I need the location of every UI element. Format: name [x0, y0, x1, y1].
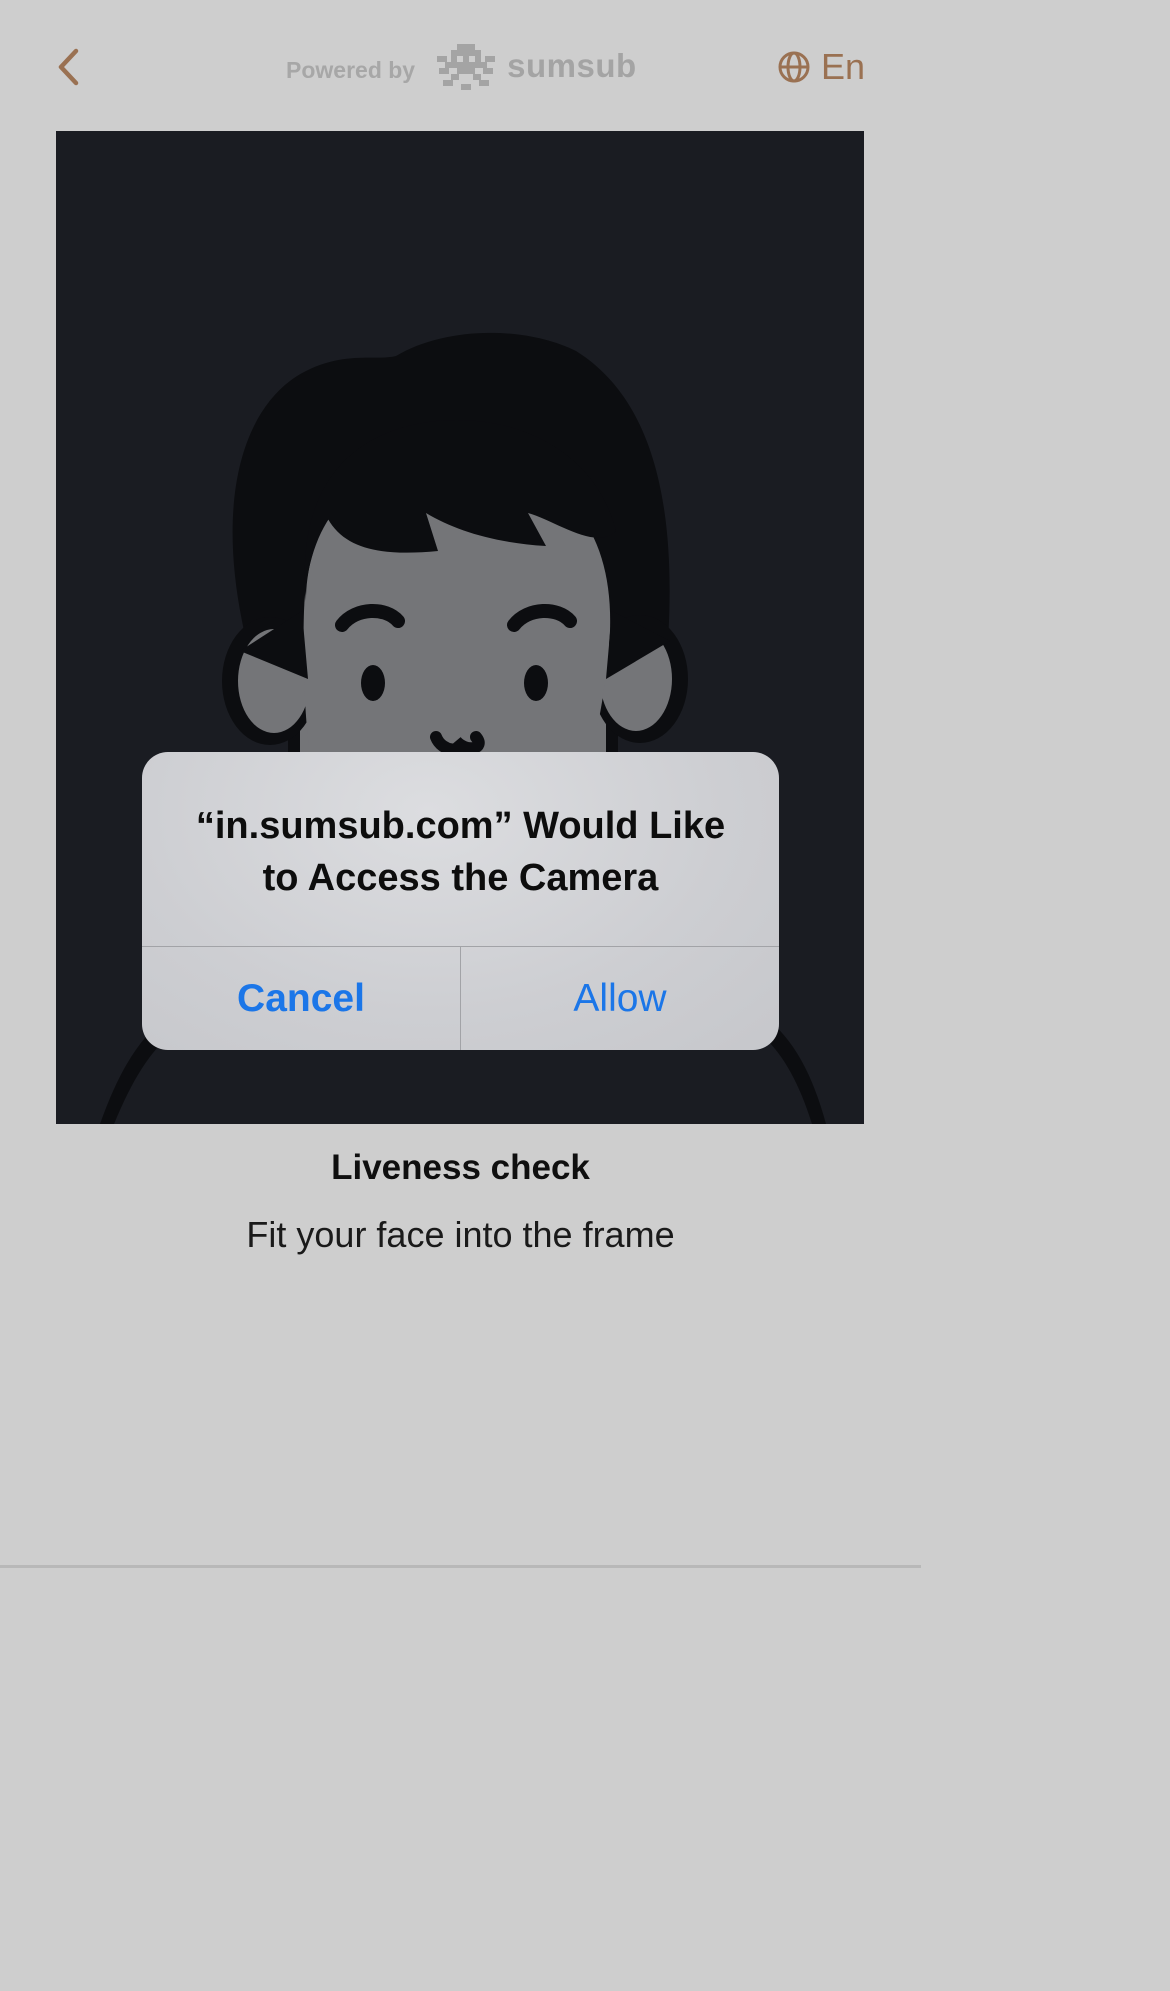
sumsub-logo-icon: [437, 44, 496, 90]
liveness-instruction: Fit your face into the frame: [246, 1214, 675, 1255]
bottom-divider: [0, 1565, 921, 1568]
camera-permission-dialog: “in.sumsub.com” Would Like to Access the…: [142, 752, 779, 1050]
cancel-button[interactable]: Cancel: [142, 947, 460, 1050]
liveness-title: Liveness check: [331, 1148, 590, 1187]
globe-icon: [778, 51, 810, 83]
powered-by: Powered by sumsub: [286, 38, 637, 98]
top-bar: Powered by sumsub En: [0, 0, 921, 132]
powered-by-label: Powered by: [286, 56, 416, 83]
allow-button[interactable]: Allow: [461, 947, 779, 1050]
dialog-title: “in.sumsub.com” Would Like to Access the…: [195, 805, 726, 899]
brand-name: sumsub: [507, 47, 637, 84]
chevron-left-icon: [58, 48, 79, 86]
language-switcher[interactable]: En: [777, 42, 865, 92]
back-button[interactable]: [44, 36, 94, 98]
language-label: En: [820, 46, 865, 87]
